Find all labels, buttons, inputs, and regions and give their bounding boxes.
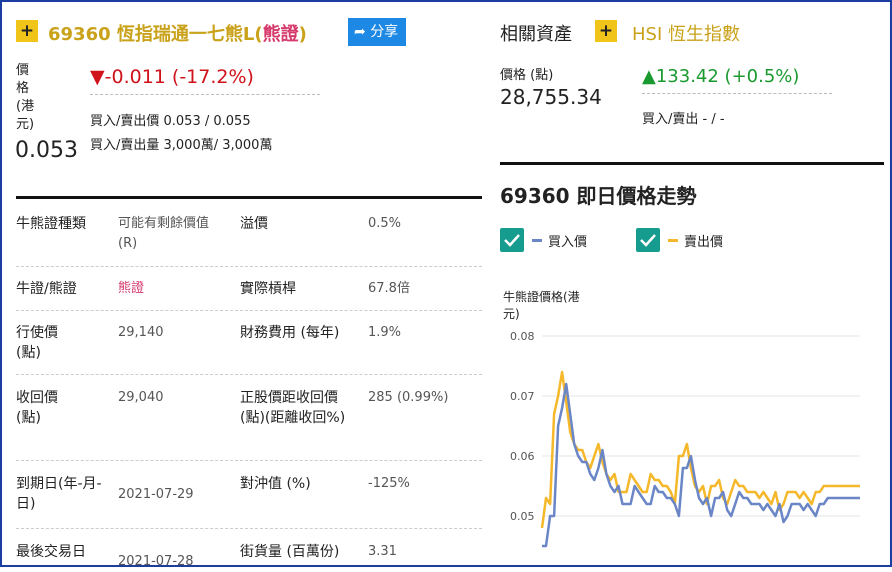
detail-label: 到期日(年-月-日) [16,476,102,512]
share-label: 分享 [370,24,399,40]
price-change: ▼-0.011 (-17.2%) [90,66,320,95]
legend-bid-label: 買入價 [548,234,588,250]
price-value: 0.053 [15,138,78,163]
price-change-value: -0.011 (-17.2%) [104,66,254,88]
checkbox-checked-icon[interactable] [636,228,660,252]
section-divider [16,196,482,199]
bid-ask-price: 買入/賣出價 0.053 / 0.055 [90,114,251,129]
down-arrow-icon: ▼ [90,66,105,88]
bid-line-icon [532,238,542,242]
detail-label: 正股價距收回價(點)(距離收回%) [240,390,346,426]
detail-label: 最後交易日 [16,544,86,560]
detail-value: 0.5% [368,216,402,231]
related-change-value: 133.42 (+0.5%) [655,66,800,87]
detail-value: -125% [368,476,410,491]
add-watchlist-icon[interactable]: + [16,20,38,42]
section-divider [500,162,884,165]
legend-ask-toggle[interactable]: 賣出價 [636,228,723,252]
detail-label: 街貨量 (百萬份) [240,544,340,560]
y-axis-label: 牛熊證價格(港元) [503,290,580,321]
detail-value: 可能有剩餘價值(R) [118,216,210,251]
chart-title: 69360 即日價格走勢 [500,184,697,208]
related-price-value: 28,755.34 [500,85,602,109]
detail-value: 1.9% [368,325,402,340]
product-name: 69360 恆指瑞通一七熊L [48,24,255,45]
checkbox-checked-icon[interactable] [500,228,524,252]
detail-label: 牛熊證種類 [16,216,86,232]
detail-label: 財務費用 (每年) [240,325,340,341]
related-bid-ask: 買入/賣出 - / - [642,112,725,127]
ask-series-line [540,370,860,529]
row-divider [16,266,482,267]
detail-label: 溢價 [240,216,268,232]
ask-line-icon [668,238,678,242]
type-label: 熊證 [262,24,299,45]
detail-value: 2021-07-28 [118,554,194,569]
share-icon: ➦ [354,24,366,40]
detail-label: 牛證/熊證 [16,281,77,297]
detail-label: 收回價(點) [16,390,58,426]
detail-value: 熊證 [118,281,145,296]
legend-bid-toggle[interactable]: 買入價 [500,228,587,252]
detail-value: 285 (0.99%) [368,390,449,405]
bid-ask-volume: 買入/賣出量 3,000萬/ 3,000萬 [90,138,273,153]
page-title: 69360 恆指瑞通一七熊L(熊證) [48,24,307,45]
row-divider [16,528,482,529]
detail-value: 29,140 [118,325,164,340]
y-tick-label: 0.08 [510,330,535,343]
related-asset-title: 相關資產 [500,24,572,45]
detail-value: 67.8倍 [368,281,410,296]
share-button[interactable]: ➦ 分享 [348,18,407,46]
detail-value: 29,040 [118,390,164,405]
detail-label: 行使價(點) [16,325,58,361]
detail-label: 對沖值 (%) [240,476,311,492]
price-label: 價格(港元) [16,63,35,132]
related-asset-name[interactable]: HSI 恆生指數 [632,20,740,46]
detail-value: 2021-07-29 [118,487,194,502]
add-related-icon[interactable]: + [595,20,617,42]
detail-label: 實際槓桿 [240,281,296,297]
row-divider [16,310,482,311]
detail-value: 3.31 [368,544,397,559]
legend-ask-label: 賣出價 [684,234,724,250]
row-divider [16,460,482,461]
y-tick-label: 0.06 [510,450,535,463]
y-tick-label: 0.05 [510,510,535,523]
y-tick-label: 0.07 [510,390,535,403]
up-arrow-icon: ▲ [642,66,656,87]
row-divider [16,374,482,375]
related-change: ▲133.42 (+0.5%) [642,66,832,94]
price-chart: 0.08 0.07 0.06 0.05 [510,330,860,548]
related-price-label: 價格 (點) [500,68,554,83]
